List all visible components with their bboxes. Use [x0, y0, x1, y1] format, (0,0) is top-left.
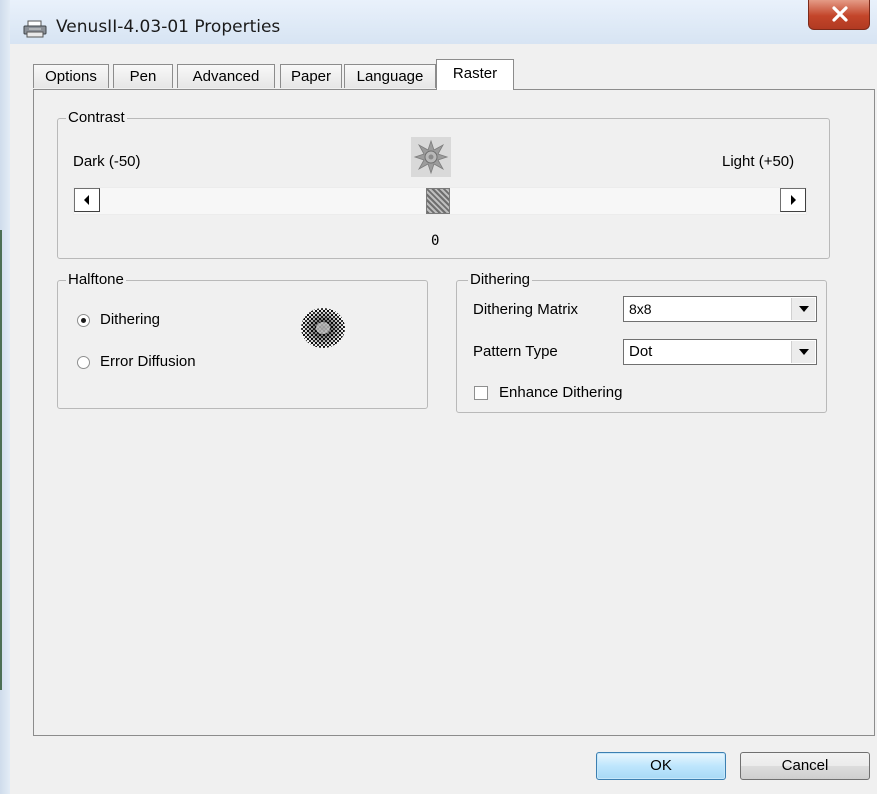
halftone-preview-icon — [299, 306, 347, 350]
pattern-type-label: Pattern Type — [473, 343, 558, 360]
ok-button[interactable]: OK — [596, 752, 726, 780]
tab-pen[interactable]: Pen — [113, 64, 173, 88]
error-diffusion-radio[interactable] — [77, 356, 90, 369]
contrast-group-label: Contrast — [66, 109, 127, 126]
contrast-increase-button[interactable] — [780, 188, 806, 212]
window-title: VenusII-4.03-01 Properties — [56, 17, 281, 37]
tab-options[interactable]: Options — [33, 64, 109, 88]
halftone-group — [57, 280, 428, 409]
pattern-type-dropdown-button[interactable] — [791, 341, 815, 363]
contrast-value: 0 — [431, 233, 440, 249]
window-left-border — [0, 0, 10, 794]
dithering-matrix-select[interactable]: 8x8 — [623, 296, 817, 322]
tab-paper[interactable]: Paper — [280, 64, 342, 88]
contrast-min-label: Dark (-50) — [73, 153, 141, 170]
contrast-max-label: Light (+50) — [722, 153, 795, 170]
close-button[interactable] — [808, 0, 870, 30]
enhance-dithering-checkbox[interactable] — [474, 386, 488, 400]
contrast-decrease-button[interactable] — [74, 188, 100, 212]
contrast-slider-thumb[interactable] — [426, 188, 450, 214]
dithering-radio[interactable] — [77, 314, 90, 327]
tab-advanced[interactable]: Advanced — [177, 64, 275, 88]
contrast-preview-icon — [411, 137, 451, 177]
dithering-matrix-label: Dithering Matrix — [473, 301, 579, 318]
dithering-matrix-value: 8x8 — [629, 301, 652, 317]
error-diffusion-radio-label[interactable]: Error Diffusion — [100, 353, 196, 371]
dithering-group-label: Dithering — [468, 271, 533, 288]
pattern-type-value: Dot — [629, 343, 653, 360]
dithering-matrix-dropdown-button[interactable] — [791, 298, 815, 320]
enhance-dithering-label[interactable]: Enhance Dithering — [499, 384, 622, 402]
pattern-type-select[interactable]: Dot — [623, 339, 817, 365]
printer-icon — [23, 20, 47, 38]
halftone-group-label: Halftone — [66, 271, 126, 288]
tab-raster[interactable]: Raster — [436, 59, 514, 90]
tab-language[interactable]: Language — [344, 64, 436, 88]
cancel-button[interactable]: Cancel — [740, 752, 870, 780]
dithering-radio-label[interactable]: Dithering — [100, 311, 160, 329]
